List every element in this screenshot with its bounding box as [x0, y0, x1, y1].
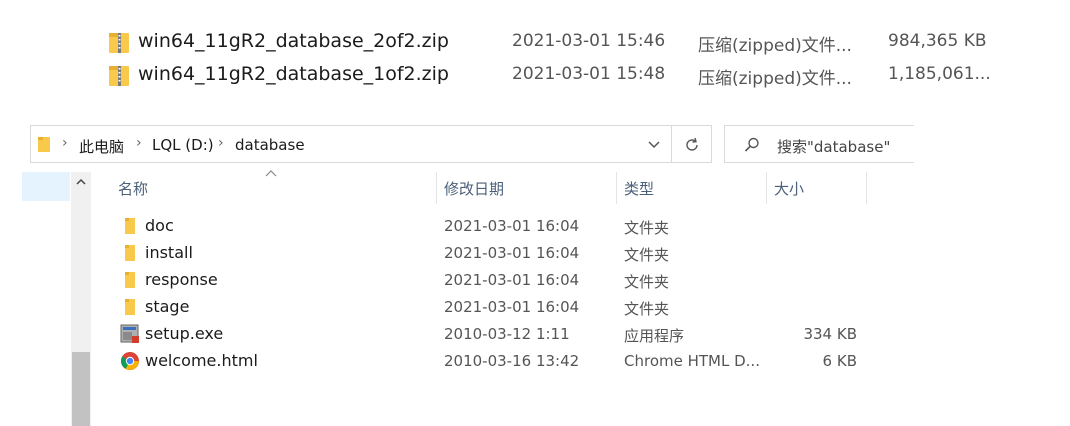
- table-row[interactable]: install 2021-03-01 16:04 文件夹: [110, 239, 870, 266]
- file-type: Chrome HTML D...: [624, 352, 760, 370]
- chevron-down-icon[interactable]: [645, 135, 663, 153]
- folder-icon: [125, 272, 135, 288]
- file-type: 文件夹: [624, 246, 670, 264]
- refresh-icon: [686, 137, 698, 151]
- file-name: win64_11gR2_database_1of2.zip: [138, 63, 449, 85]
- column-header-date[interactable]: 修改日期: [444, 178, 504, 199]
- file-date: 2021-03-01 15:48: [512, 64, 666, 84]
- file-type: 压缩(zipped)文件...: [698, 36, 852, 56]
- refresh-button[interactable]: [672, 125, 712, 163]
- zip-folder-icon: [109, 33, 129, 53]
- nav-selected-item[interactable]: [22, 172, 70, 201]
- file-name: win64_11gR2_database_2of2.zip: [138, 30, 449, 52]
- search-icon: [744, 137, 759, 152]
- column-header-size[interactable]: 大小: [774, 178, 804, 199]
- column-divider[interactable]: [766, 172, 767, 204]
- column-divider[interactable]: [616, 172, 617, 204]
- file-date: 2021-03-01 15:46: [512, 31, 666, 51]
- table-row[interactable]: doc 2021-03-01 16:04 文件夹: [110, 212, 870, 239]
- file-type: 文件夹: [624, 219, 670, 237]
- folder-icon: [38, 137, 50, 152]
- list-item-zip-2of2[interactable]: win64_11gR2_database_2of2.zip 2021-03-01…: [108, 27, 1008, 57]
- chrome-icon: [120, 352, 139, 370]
- file-type: 文件夹: [624, 300, 670, 318]
- chevron-right-icon: ›: [218, 135, 224, 151]
- column-divider[interactable]: [866, 172, 867, 204]
- search-input[interactable]: 搜索"database": [724, 125, 914, 163]
- file-size: 334 KB: [803, 325, 857, 343]
- file-size: 984,365 KB: [888, 31, 987, 51]
- chevron-right-icon: ›: [62, 135, 68, 151]
- file-date: 2021-03-01 16:04: [444, 244, 580, 262]
- file-date: 2010-03-16 13:42: [444, 352, 580, 370]
- file-date: 2021-03-01 16:04: [444, 271, 580, 289]
- sort-ascending-icon: [265, 170, 277, 177]
- folder-icon: [125, 245, 135, 261]
- file-size: 6 KB: [822, 352, 857, 370]
- column-header-name[interactable]: 名称: [118, 178, 148, 199]
- table-row[interactable]: welcome.html 2010-03-16 13:42 Chrome HTM…: [110, 347, 870, 374]
- column-divider[interactable]: [436, 172, 437, 204]
- file-type: 压缩(zipped)文件...: [698, 69, 852, 89]
- column-header-type[interactable]: 类型: [624, 178, 654, 199]
- folder-icon: [125, 218, 135, 234]
- file-date: 2021-03-01 16:04: [444, 298, 580, 316]
- file-type: 应用程序: [624, 327, 685, 345]
- installer-icon: [120, 324, 139, 343]
- breadcrumb-this-pc[interactable]: 此电脑: [79, 136, 124, 157]
- list-item-zip-1of2[interactable]: win64_11gR2_database_1of2.zip 2021-03-01…: [108, 60, 1008, 90]
- file-date: 2010-03-12 1:11: [444, 325, 570, 343]
- table-row[interactable]: stage 2021-03-01 16:04 文件夹: [110, 293, 870, 320]
- file-name: doc: [145, 216, 174, 235]
- file-date: 2021-03-01 16:04: [444, 217, 580, 235]
- breadcrumb-drive[interactable]: LQL (D:): [152, 136, 214, 154]
- address-bar[interactable]: › 此电脑 › LQL (D:) › database: [30, 125, 672, 163]
- file-name: install: [145, 243, 193, 262]
- breadcrumb-database[interactable]: database: [235, 136, 305, 154]
- file-name: setup.exe: [145, 324, 224, 343]
- chevron-right-icon: ›: [136, 135, 142, 151]
- table-row[interactable]: response 2021-03-01 16:04 文件夹: [110, 266, 870, 293]
- search-placeholder: 搜索"database": [777, 138, 891, 156]
- file-name: response: [145, 270, 218, 289]
- zip-folder-icon: [109, 66, 129, 86]
- nav-scrollbar-thumb[interactable]: [72, 352, 90, 426]
- file-size: 1,185,061...: [888, 64, 991, 84]
- file-name: welcome.html: [145, 351, 258, 370]
- folder-icon: [125, 299, 135, 315]
- file-name: stage: [145, 297, 190, 316]
- table-row[interactable]: setup.exe 2010-03-12 1:11 应用程序 334 KB: [110, 320, 870, 347]
- chevron-up-icon[interactable]: [73, 174, 89, 190]
- file-type: 文件夹: [624, 273, 670, 291]
